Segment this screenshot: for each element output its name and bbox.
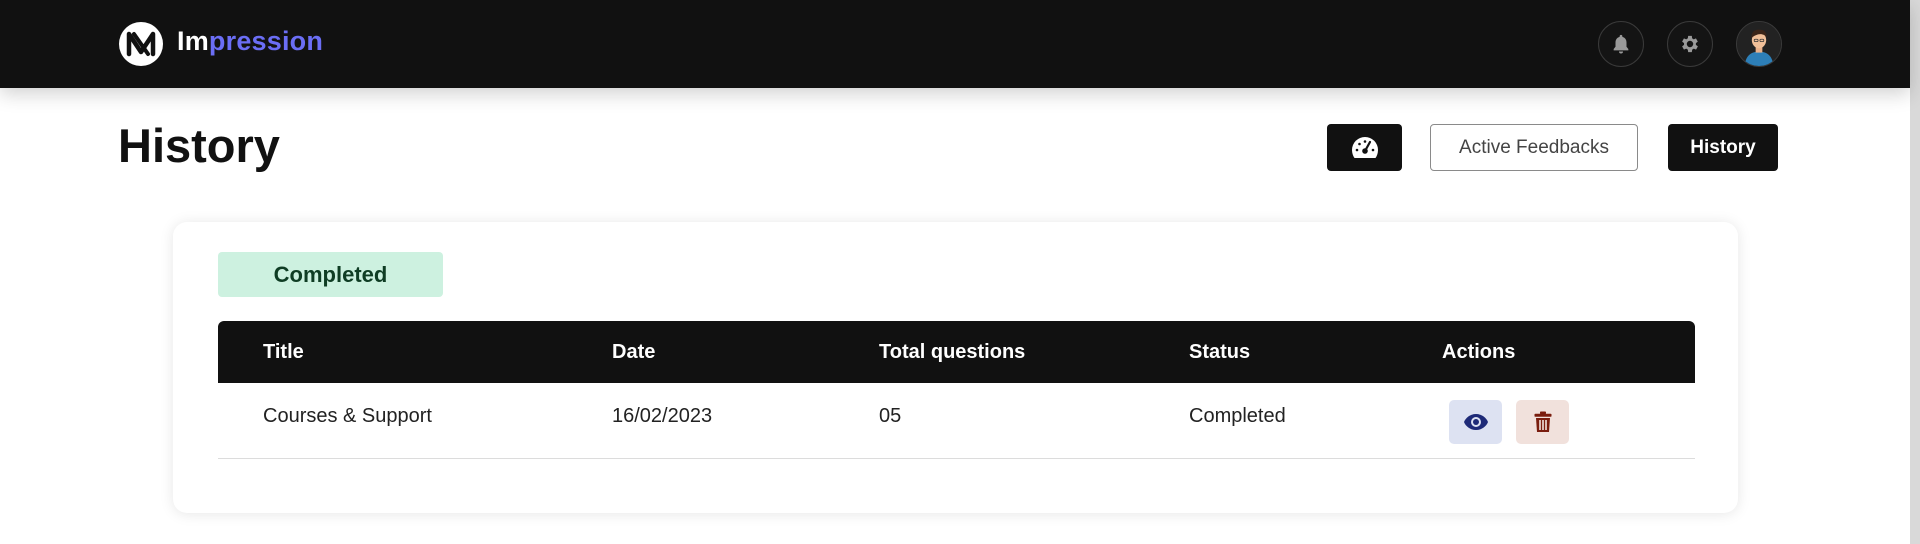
page-title: History bbox=[118, 119, 280, 172]
row-total-questions: 05 bbox=[879, 405, 902, 427]
avatar bbox=[1737, 22, 1781, 66]
bell-icon bbox=[1613, 34, 1629, 54]
page-scrollbar[interactable] bbox=[1910, 0, 1920, 544]
table-header: Title Date Total questions Status Action… bbox=[218, 321, 1695, 383]
row-title: Courses & Support bbox=[263, 405, 432, 427]
status-filter-completed[interactable]: Completed bbox=[218, 252, 443, 297]
column-header-total-questions: Total questions bbox=[879, 341, 1026, 363]
trash-icon bbox=[1534, 411, 1551, 432]
table-row: Courses & Support 16/02/2023 05 Complete… bbox=[218, 383, 1695, 459]
brand-name-part2: pression bbox=[208, 26, 324, 56]
active-feedbacks-button[interactable]: Active Feedbacks bbox=[1430, 124, 1638, 171]
logo-icon[interactable] bbox=[119, 22, 163, 66]
notifications-button[interactable] bbox=[1598, 21, 1644, 67]
settings-button[interactable] bbox=[1667, 21, 1713, 67]
gear-icon bbox=[1682, 35, 1698, 53]
brand-name[interactable]: Impression bbox=[177, 26, 323, 57]
row-date: 16/02/2023 bbox=[612, 405, 713, 427]
delete-button[interactable] bbox=[1516, 400, 1569, 444]
column-header-date: Date bbox=[612, 341, 656, 363]
dashboard-button[interactable] bbox=[1327, 124, 1402, 171]
view-button[interactable] bbox=[1449, 400, 1502, 444]
row-status: Completed bbox=[1189, 405, 1286, 427]
column-header-actions: Actions bbox=[1442, 341, 1516, 363]
column-header-title: Title bbox=[263, 341, 304, 363]
history-card: Completed Title Date Total questions Sta… bbox=[173, 222, 1738, 513]
speedometer-icon bbox=[1351, 136, 1378, 158]
eye-icon bbox=[1463, 414, 1488, 430]
brand-name-part1: Im bbox=[177, 26, 209, 56]
history-button[interactable]: History bbox=[1668, 124, 1778, 171]
top-navbar: Impression bbox=[0, 0, 1910, 88]
column-header-status: Status bbox=[1189, 341, 1251, 363]
user-avatar[interactable] bbox=[1736, 21, 1782, 67]
